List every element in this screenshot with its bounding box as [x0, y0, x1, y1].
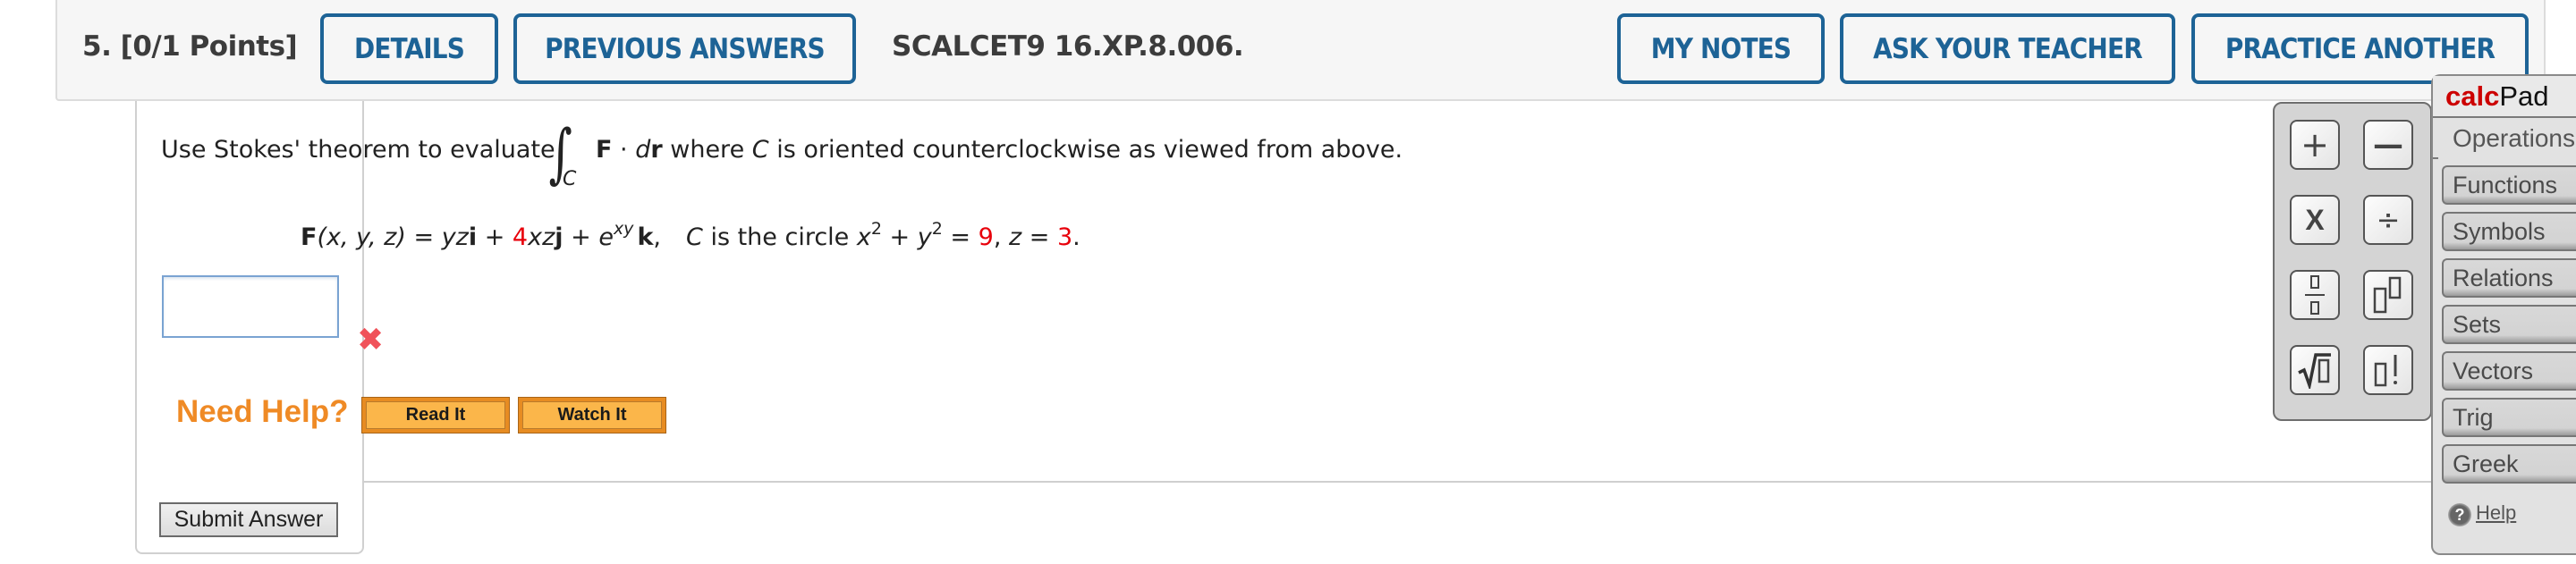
term-yz: yz [441, 223, 469, 251]
answer-input[interactable] [162, 275, 339, 338]
calcpad-title: calc Pad [2433, 76, 2576, 118]
incorrect-x-icon: ✖ [357, 322, 385, 358]
calcpad-tab-trig[interactable]: Trig [2442, 398, 2576, 437]
comma: , [993, 223, 1009, 251]
read-it-label: Read It [366, 401, 505, 429]
help-icon[interactable]: ? [2448, 503, 2471, 526]
factorial-key[interactable] [2363, 345, 2413, 395]
sqrt-key[interactable] [2290, 345, 2340, 395]
calcpad-title-calc: calc [2445, 80, 2500, 112]
read-it-button[interactable]: Read It [361, 397, 510, 434]
unit-j: j [555, 223, 564, 251]
power-icon [2373, 276, 2402, 314]
calcpad-tab-vectors[interactable]: Vectors [2442, 351, 2576, 391]
equals: = [1021, 223, 1057, 251]
equals: = [942, 223, 979, 251]
points-label: [0/1 Points] [120, 30, 298, 63]
exponent-xy: xy [613, 219, 634, 239]
prompt-orientation: is oriented counterclockwise as viewed f… [768, 136, 1403, 164]
coefficient-4: 4 [512, 223, 529, 251]
exp-base-e: e [598, 223, 614, 251]
factorial-icon [2374, 355, 2397, 387]
equals: = [405, 223, 442, 251]
differential-d: d [635, 136, 651, 164]
unit-k: k [637, 223, 654, 251]
field-F: F [301, 223, 318, 251]
z-value: 3 [1056, 223, 1073, 251]
question-number-text: 5. [82, 30, 112, 63]
var-z: z [1009, 223, 1022, 251]
integral-subscript: C [563, 168, 577, 190]
my-notes-button[interactable]: MY NOTES [1617, 13, 1825, 84]
calcpad-title-pad: Pad [2499, 80, 2549, 112]
previous-answers-button[interactable]: PREVIOUS ANSWERS [513, 13, 856, 84]
need-help-label: Need Help? [176, 394, 349, 429]
plus: + [477, 223, 513, 251]
ask-your-teacher-button[interactable]: ASK YOUR TEACHER [1840, 13, 2175, 84]
plus: + [563, 223, 599, 251]
details-button[interactable]: DETAILS [320, 13, 498, 84]
question-prompt-start: Use Stokes' theorem to evaluate [161, 136, 555, 164]
multiply-key[interactable]: X [2290, 195, 2340, 245]
sqrt-icon [2298, 353, 2331, 389]
plus-key[interactable]: + [2290, 120, 2340, 170]
term-xz: xz [528, 223, 555, 251]
var-x: x [856, 223, 871, 251]
calcpad-tab-symbols[interactable]: Symbols [2442, 212, 2576, 251]
minus-key[interactable]: — [2363, 120, 2413, 170]
calcpad-tab-operations[interactable]: Operations [2433, 118, 2576, 159]
question-prompt-rest: F · dr where C is oriented counterclockw… [596, 136, 1402, 164]
calcpad-tab-relations[interactable]: Relations [2442, 258, 2576, 298]
divide-key[interactable]: ÷ [2363, 195, 2413, 245]
square-exp: 2 [870, 219, 882, 239]
calcpad-tab-greek[interactable]: Greek [2442, 444, 2576, 484]
plus: + [881, 223, 918, 251]
square-exp: 2 [931, 219, 943, 239]
period: . [1072, 223, 1080, 251]
radius-squared-value: 9 [978, 223, 994, 251]
vector-r: r [650, 136, 663, 164]
vector-field-definition: F(x, y, z) = yzi + 4xzj + exy k, C is the … [301, 221, 1080, 252]
submit-answer-button[interactable]: Submit Answer [159, 502, 338, 537]
content-divider [362, 481, 2437, 483]
tab-separator [2433, 157, 2438, 159]
comma: , [653, 223, 661, 251]
question-number: 5. [0/1 Points] [82, 30, 298, 63]
prompt-where: where [662, 136, 752, 164]
curve-C: C [751, 136, 769, 164]
watch-it-label: Watch It [522, 401, 662, 429]
calcpad-tab-functions[interactable]: Functions [2442, 165, 2576, 205]
field-args: (x, y, z) [317, 223, 406, 251]
fraction-key[interactable] [2290, 270, 2340, 320]
calcpad-help-link[interactable]: Help [2476, 501, 2516, 525]
watch-it-button[interactable]: Watch It [518, 397, 666, 434]
unit-i: i [468, 223, 478, 251]
circle-text: is the circle [702, 223, 857, 251]
power-key[interactable] [2363, 270, 2413, 320]
fraction-icon [2305, 275, 2325, 315]
var-y: y [917, 223, 932, 251]
dot-operator: · [612, 136, 636, 164]
problem-id: SCALCET9 16.XP.8.006. [892, 30, 1244, 63]
calcpad-tab-sets[interactable]: Sets [2442, 305, 2576, 344]
curve-C: C [686, 223, 703, 251]
vector-field-F: F [596, 136, 613, 164]
